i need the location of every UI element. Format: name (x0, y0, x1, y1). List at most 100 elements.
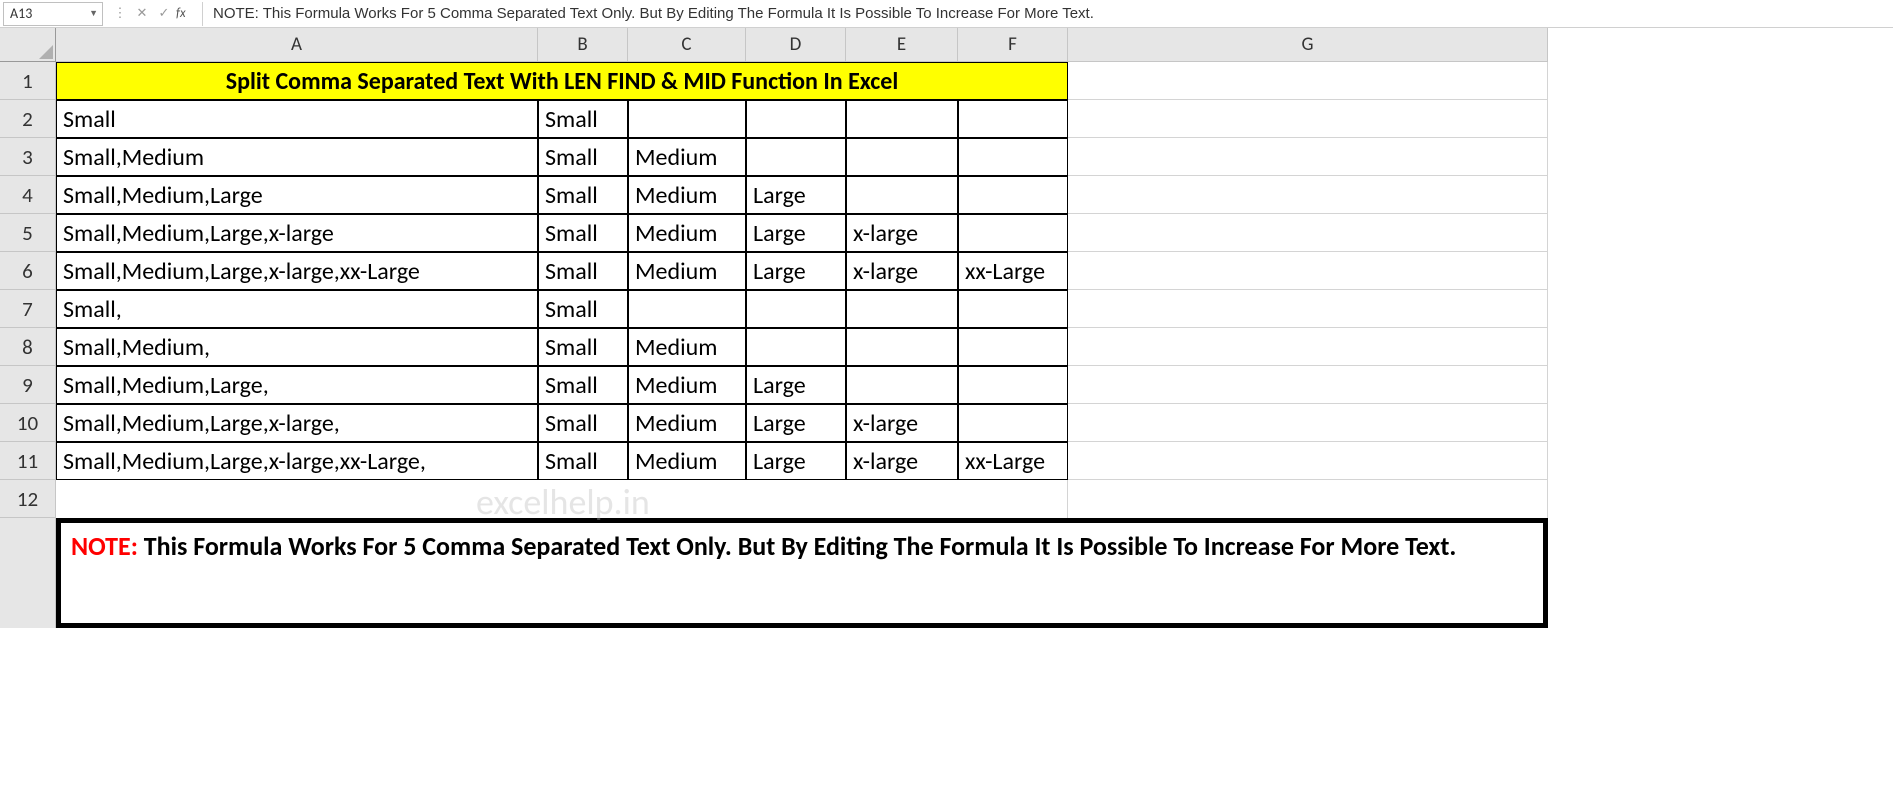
cell[interactable]: Medium (628, 366, 746, 404)
cell[interactable]: Small,Medium,Large,x-large (56, 214, 538, 252)
note-box[interactable]: NOTE: This Formula Works For 5 Comma Sep… (56, 518, 1548, 628)
cell[interactable] (958, 290, 1068, 328)
cell[interactable] (846, 366, 958, 404)
cell[interactable]: Medium (628, 328, 746, 366)
cell[interactable]: Small,Medium,Large,x-large,xx-Large, (56, 442, 538, 480)
row-header[interactable]: 12 (0, 480, 56, 518)
row-header[interactable]: 2 (0, 100, 56, 138)
cell[interactable] (846, 100, 958, 138)
cell[interactable]: Medium (628, 442, 746, 480)
row-header[interactable]: 1 (0, 62, 56, 100)
cell[interactable]: x-large (846, 442, 958, 480)
row-header[interactable]: 11 (0, 442, 56, 480)
cell[interactable]: Small (538, 138, 628, 176)
row-header-13[interactable] (0, 518, 56, 628)
cell[interactable]: Small,Medium,Large, (56, 366, 538, 404)
cell[interactable] (628, 290, 746, 328)
cell[interactable]: Small (538, 366, 628, 404)
name-box-dropdown-icon[interactable]: ▼ (89, 8, 98, 19)
enter-icon[interactable]: ✓ (154, 6, 174, 21)
col-header-b[interactable]: B (538, 28, 628, 62)
cell[interactable]: Small (56, 100, 538, 138)
row-header[interactable]: 6 (0, 252, 56, 290)
formula-input[interactable] (202, 2, 1893, 26)
cell[interactable]: Small (538, 100, 628, 138)
row-header[interactable]: 4 (0, 176, 56, 214)
cell[interactable] (1068, 214, 1548, 252)
row-header[interactable]: 7 (0, 290, 56, 328)
cell[interactable]: Medium (628, 252, 746, 290)
cell[interactable] (1068, 176, 1548, 214)
cell[interactable]: Medium (628, 176, 746, 214)
cell[interactable]: Large (746, 442, 846, 480)
cell[interactable] (1068, 62, 1548, 100)
cell[interactable]: xx-Large (958, 252, 1068, 290)
cell[interactable] (846, 138, 958, 176)
cell[interactable] (1068, 138, 1548, 176)
name-box[interactable]: A13 ▼ (3, 2, 103, 26)
cell[interactable]: xx-Large (958, 442, 1068, 480)
cell[interactable] (1068, 290, 1548, 328)
cell[interactable] (958, 100, 1068, 138)
cell[interactable]: x-large (846, 214, 958, 252)
col-header-c[interactable]: C (628, 28, 746, 62)
cell[interactable] (746, 328, 846, 366)
col-header-f[interactable]: F (958, 28, 1068, 62)
spreadsheet-grid[interactable]: A B C D E F G 1 Split Comma Separated Te… (0, 28, 1893, 628)
row-header[interactable]: 5 (0, 214, 56, 252)
cell[interactable]: Small (538, 176, 628, 214)
cell[interactable] (746, 290, 846, 328)
cell[interactable]: Large (746, 176, 846, 214)
cell[interactable] (1068, 480, 1548, 518)
cell[interactable] (958, 404, 1068, 442)
cell[interactable]: Small (538, 290, 628, 328)
cell[interactable]: Small, (56, 290, 538, 328)
cell[interactable]: Large (746, 404, 846, 442)
cell[interactable]: Medium (628, 404, 746, 442)
cell[interactable] (958, 176, 1068, 214)
cell[interactable] (846, 176, 958, 214)
cell[interactable]: Small,Medium,Large,x-large,xx-Large (56, 252, 538, 290)
cell[interactable]: Medium (628, 214, 746, 252)
cell[interactable]: Small (538, 328, 628, 366)
col-header-d[interactable]: D (746, 28, 846, 62)
cell[interactable] (846, 328, 958, 366)
cell[interactable] (958, 328, 1068, 366)
cell[interactable]: Small,Medium, (56, 328, 538, 366)
cell[interactable] (746, 138, 846, 176)
cell[interactable]: Small,Medium,Large (56, 176, 538, 214)
cell[interactable]: Large (746, 214, 846, 252)
cell[interactable] (1068, 252, 1548, 290)
cell[interactable]: Small,Medium,Large,x-large, (56, 404, 538, 442)
cell[interactable]: Small,Medium (56, 138, 538, 176)
cell[interactable]: x-large (846, 404, 958, 442)
cell[interactable] (958, 214, 1068, 252)
cell[interactable] (1068, 328, 1548, 366)
col-header-a[interactable]: A (56, 28, 538, 62)
row-header[interactable]: 10 (0, 404, 56, 442)
cell[interactable]: Small (538, 442, 628, 480)
cell[interactable] (1068, 404, 1548, 442)
cell[interactable]: Small (538, 252, 628, 290)
cell[interactable] (958, 138, 1068, 176)
cell[interactable] (746, 100, 846, 138)
col-header-g[interactable]: G (1068, 28, 1548, 62)
cell-row12[interactable]: excelhelp.in (56, 480, 1068, 518)
cell[interactable]: Medium (628, 138, 746, 176)
cell[interactable]: Small (538, 404, 628, 442)
cell[interactable]: Large (746, 366, 846, 404)
title-cell[interactable]: Split Comma Separated Text With LEN FIND… (56, 62, 1068, 100)
cell[interactable]: Small (538, 214, 628, 252)
cancel-icon[interactable]: ✕ (132, 6, 152, 21)
cell[interactable] (1068, 366, 1548, 404)
cell[interactable] (958, 366, 1068, 404)
col-header-e[interactable]: E (846, 28, 958, 62)
row-header[interactable]: 3 (0, 138, 56, 176)
cell[interactable]: x-large (846, 252, 958, 290)
row-header[interactable]: 8 (0, 328, 56, 366)
fx-icon[interactable]: fx (176, 6, 198, 21)
cell[interactable]: Large (746, 252, 846, 290)
cell[interactable] (1068, 100, 1548, 138)
cell[interactable] (846, 290, 958, 328)
select-all-corner[interactable] (0, 28, 56, 62)
